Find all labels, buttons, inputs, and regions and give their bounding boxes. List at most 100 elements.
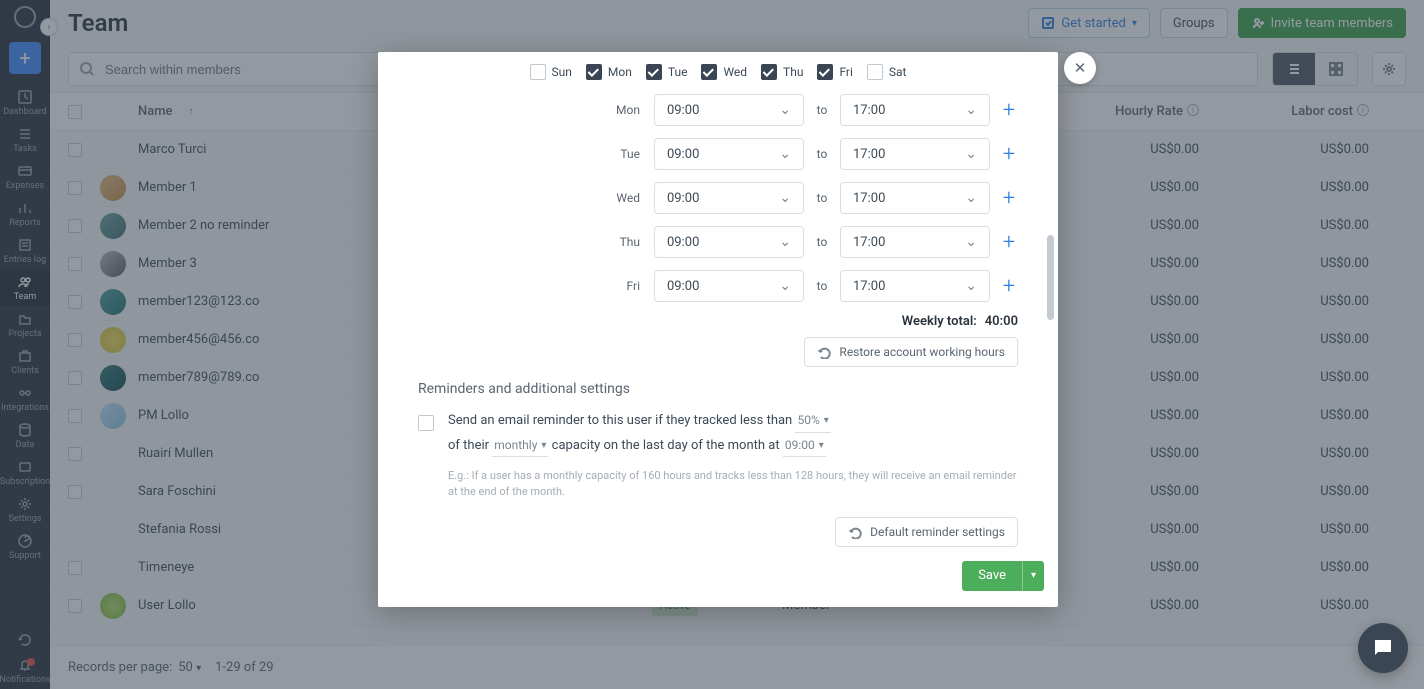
checkbox-icon [530, 64, 546, 80]
hours-row-tue: Tue 09:00 ⌄ to 17:00⌄ + [418, 138, 1018, 170]
from-time-value: 09:00 [667, 103, 699, 118]
to-time-value: 17:00 [853, 279, 885, 294]
reminder-time-value: 09:00 [785, 434, 815, 457]
days-of-week-row: Sun Mon Tue Wed Thu Fri Sat [418, 64, 1018, 80]
working-hours-modal: SunMonTueWedThuFriSat Mon09:00⌄to17:00⌄+… [378, 52, 1058, 607]
day-checkbox-thu[interactable]: Thu [761, 64, 803, 80]
button-label: Restore account working hours [839, 345, 1005, 359]
chevron-down-icon: ▾ [824, 411, 829, 430]
reminder-note: E.g.: If a user has a monthly capacity o… [448, 468, 1018, 499]
reminder-text-2: of their [448, 438, 489, 453]
checkbox-icon [867, 64, 883, 80]
day-label: Fri [604, 279, 640, 293]
day-label: Thu [604, 235, 640, 249]
modal-scrollbar-thumb[interactable] [1047, 235, 1054, 320]
weekly-total-value: 40:00 [985, 314, 1018, 329]
hours-row-mon: Mon 09:00 ⌄ to 17:00⌄ + [418, 94, 1018, 126]
day-label: Fri [839, 65, 852, 79]
day-label: Wed [604, 191, 640, 205]
chevron-down-icon: ⌄ [965, 234, 977, 250]
day-checkbox-sat[interactable]: Sat [867, 64, 907, 80]
reminder-text-1: Send an email reminder to this user if t… [448, 413, 792, 428]
default-reminder-settings-button[interactable]: Default reminder settings [835, 517, 1018, 547]
to-label: to [814, 191, 830, 205]
to-label: to [814, 279, 830, 293]
checkbox-icon [586, 64, 602, 80]
add-interval-button[interactable]: + [1000, 277, 1018, 295]
from-time-select[interactable]: 09:00 ⌄ [654, 182, 804, 214]
button-label: Default reminder settings [870, 525, 1005, 539]
from-time-value: 09:00 [667, 147, 699, 162]
day-checkbox-fri[interactable]: Fri [817, 64, 852, 80]
to-time-select[interactable]: 17:00 ⌄ [840, 226, 990, 258]
chat-fab-button[interactable] [1358, 623, 1408, 673]
from-time-select[interactable]: 09:00 ⌄ [654, 94, 804, 126]
modal-close-button[interactable]: ✕ [1064, 52, 1096, 84]
to-time-select[interactable]: 17:00⌄ [840, 138, 990, 170]
reminders-section-title: Reminders and additional settings [418, 381, 1018, 397]
chevron-down-icon: ⌄ [779, 102, 791, 118]
reminder-period-select[interactable]: monthly ▾ [492, 434, 548, 458]
chevron-down-icon: ⌄ [965, 278, 977, 294]
day-label: Tue [604, 147, 640, 161]
day-checkbox-tue[interactable]: Tue [646, 64, 688, 80]
chevron-down-icon: ⌄ [965, 146, 977, 162]
from-time-select[interactable]: 09:00 ⌄ [654, 138, 804, 170]
add-interval-button[interactable]: + [1000, 189, 1018, 207]
undo-icon [848, 525, 862, 539]
chevron-down-icon: ▾ [819, 436, 824, 455]
save-button[interactable]: Save ▾ [962, 561, 1044, 591]
reminder-percent-select[interactable]: 50% ▾ [795, 409, 830, 433]
hours-row-fri: Fri 09:00 ⌄ to 17:00 ⌄ + [418, 270, 1018, 302]
chevron-down-icon: ⌄ [779, 234, 791, 250]
add-interval-button[interactable]: + [1000, 101, 1018, 119]
day-checkbox-sun[interactable]: Sun [530, 64, 572, 80]
day-label: Sat [889, 65, 907, 79]
restore-working-hours-button[interactable]: Restore account working hours [804, 337, 1018, 367]
checkbox-icon [817, 64, 833, 80]
reminder-time-select[interactable]: 09:00 ▾ [783, 434, 826, 458]
to-time-value: 17:00 [853, 191, 885, 206]
day-label: Mon [604, 103, 640, 117]
hours-row-thu: Thu 09:00 ⌄ to 17:00 ⌄ + [418, 226, 1018, 258]
undo-icon [817, 345, 831, 359]
chat-icon [1371, 636, 1395, 660]
day-label: Tue [668, 65, 688, 79]
to-label: to [814, 103, 830, 117]
to-label: to [814, 147, 830, 161]
day-label: Wed [723, 65, 747, 79]
button-label: Save [962, 568, 1022, 583]
from-time-select[interactable]: 09:00 ⌄ [654, 226, 804, 258]
from-time-value: 09:00 [667, 235, 699, 250]
from-time-value: 09:00 [667, 279, 699, 294]
reminder-enable-checkbox[interactable] [418, 415, 434, 431]
day-checkbox-mon[interactable]: Mon [586, 64, 632, 80]
save-dropdown-toggle[interactable]: ▾ [1022, 561, 1044, 591]
add-interval-button[interactable]: + [1000, 233, 1018, 251]
chevron-down-icon: ⌄ [965, 102, 977, 118]
checkbox-icon [701, 64, 717, 80]
chevron-down-icon: ⌄ [779, 146, 791, 162]
to-time-select[interactable]: 17:00⌄ [840, 182, 990, 214]
day-label: Mon [608, 65, 632, 79]
from-time-select[interactable]: 09:00 ⌄ [654, 270, 804, 302]
to-time-select[interactable]: 17:00⌄ [840, 94, 990, 126]
chevron-down-icon: ▾ [541, 436, 546, 455]
to-time-value: 17:00 [853, 235, 885, 250]
from-time-value: 09:00 [667, 191, 699, 206]
day-label: Thu [783, 65, 803, 79]
day-label: Sun [552, 65, 572, 79]
add-interval-button[interactable]: + [1000, 145, 1018, 163]
chevron-down-icon: ⌄ [779, 278, 791, 294]
chevron-down-icon: ⌄ [779, 190, 791, 206]
to-time-select[interactable]: 17:00 ⌄ [840, 270, 990, 302]
checkbox-icon [646, 64, 662, 80]
reminder-period-value: monthly [494, 434, 537, 457]
reminder-text-3: capacity on the last day of the month at [552, 438, 780, 453]
checkbox-icon [761, 64, 777, 80]
day-checkbox-wed[interactable]: Wed [701, 64, 747, 80]
to-label: to [814, 235, 830, 249]
reminder-percent-value: 50% [797, 409, 819, 432]
weekly-total-label: Weekly total: [902, 314, 977, 329]
hours-row-wed: Wed 09:00 ⌄ to 17:00⌄ + [418, 182, 1018, 214]
